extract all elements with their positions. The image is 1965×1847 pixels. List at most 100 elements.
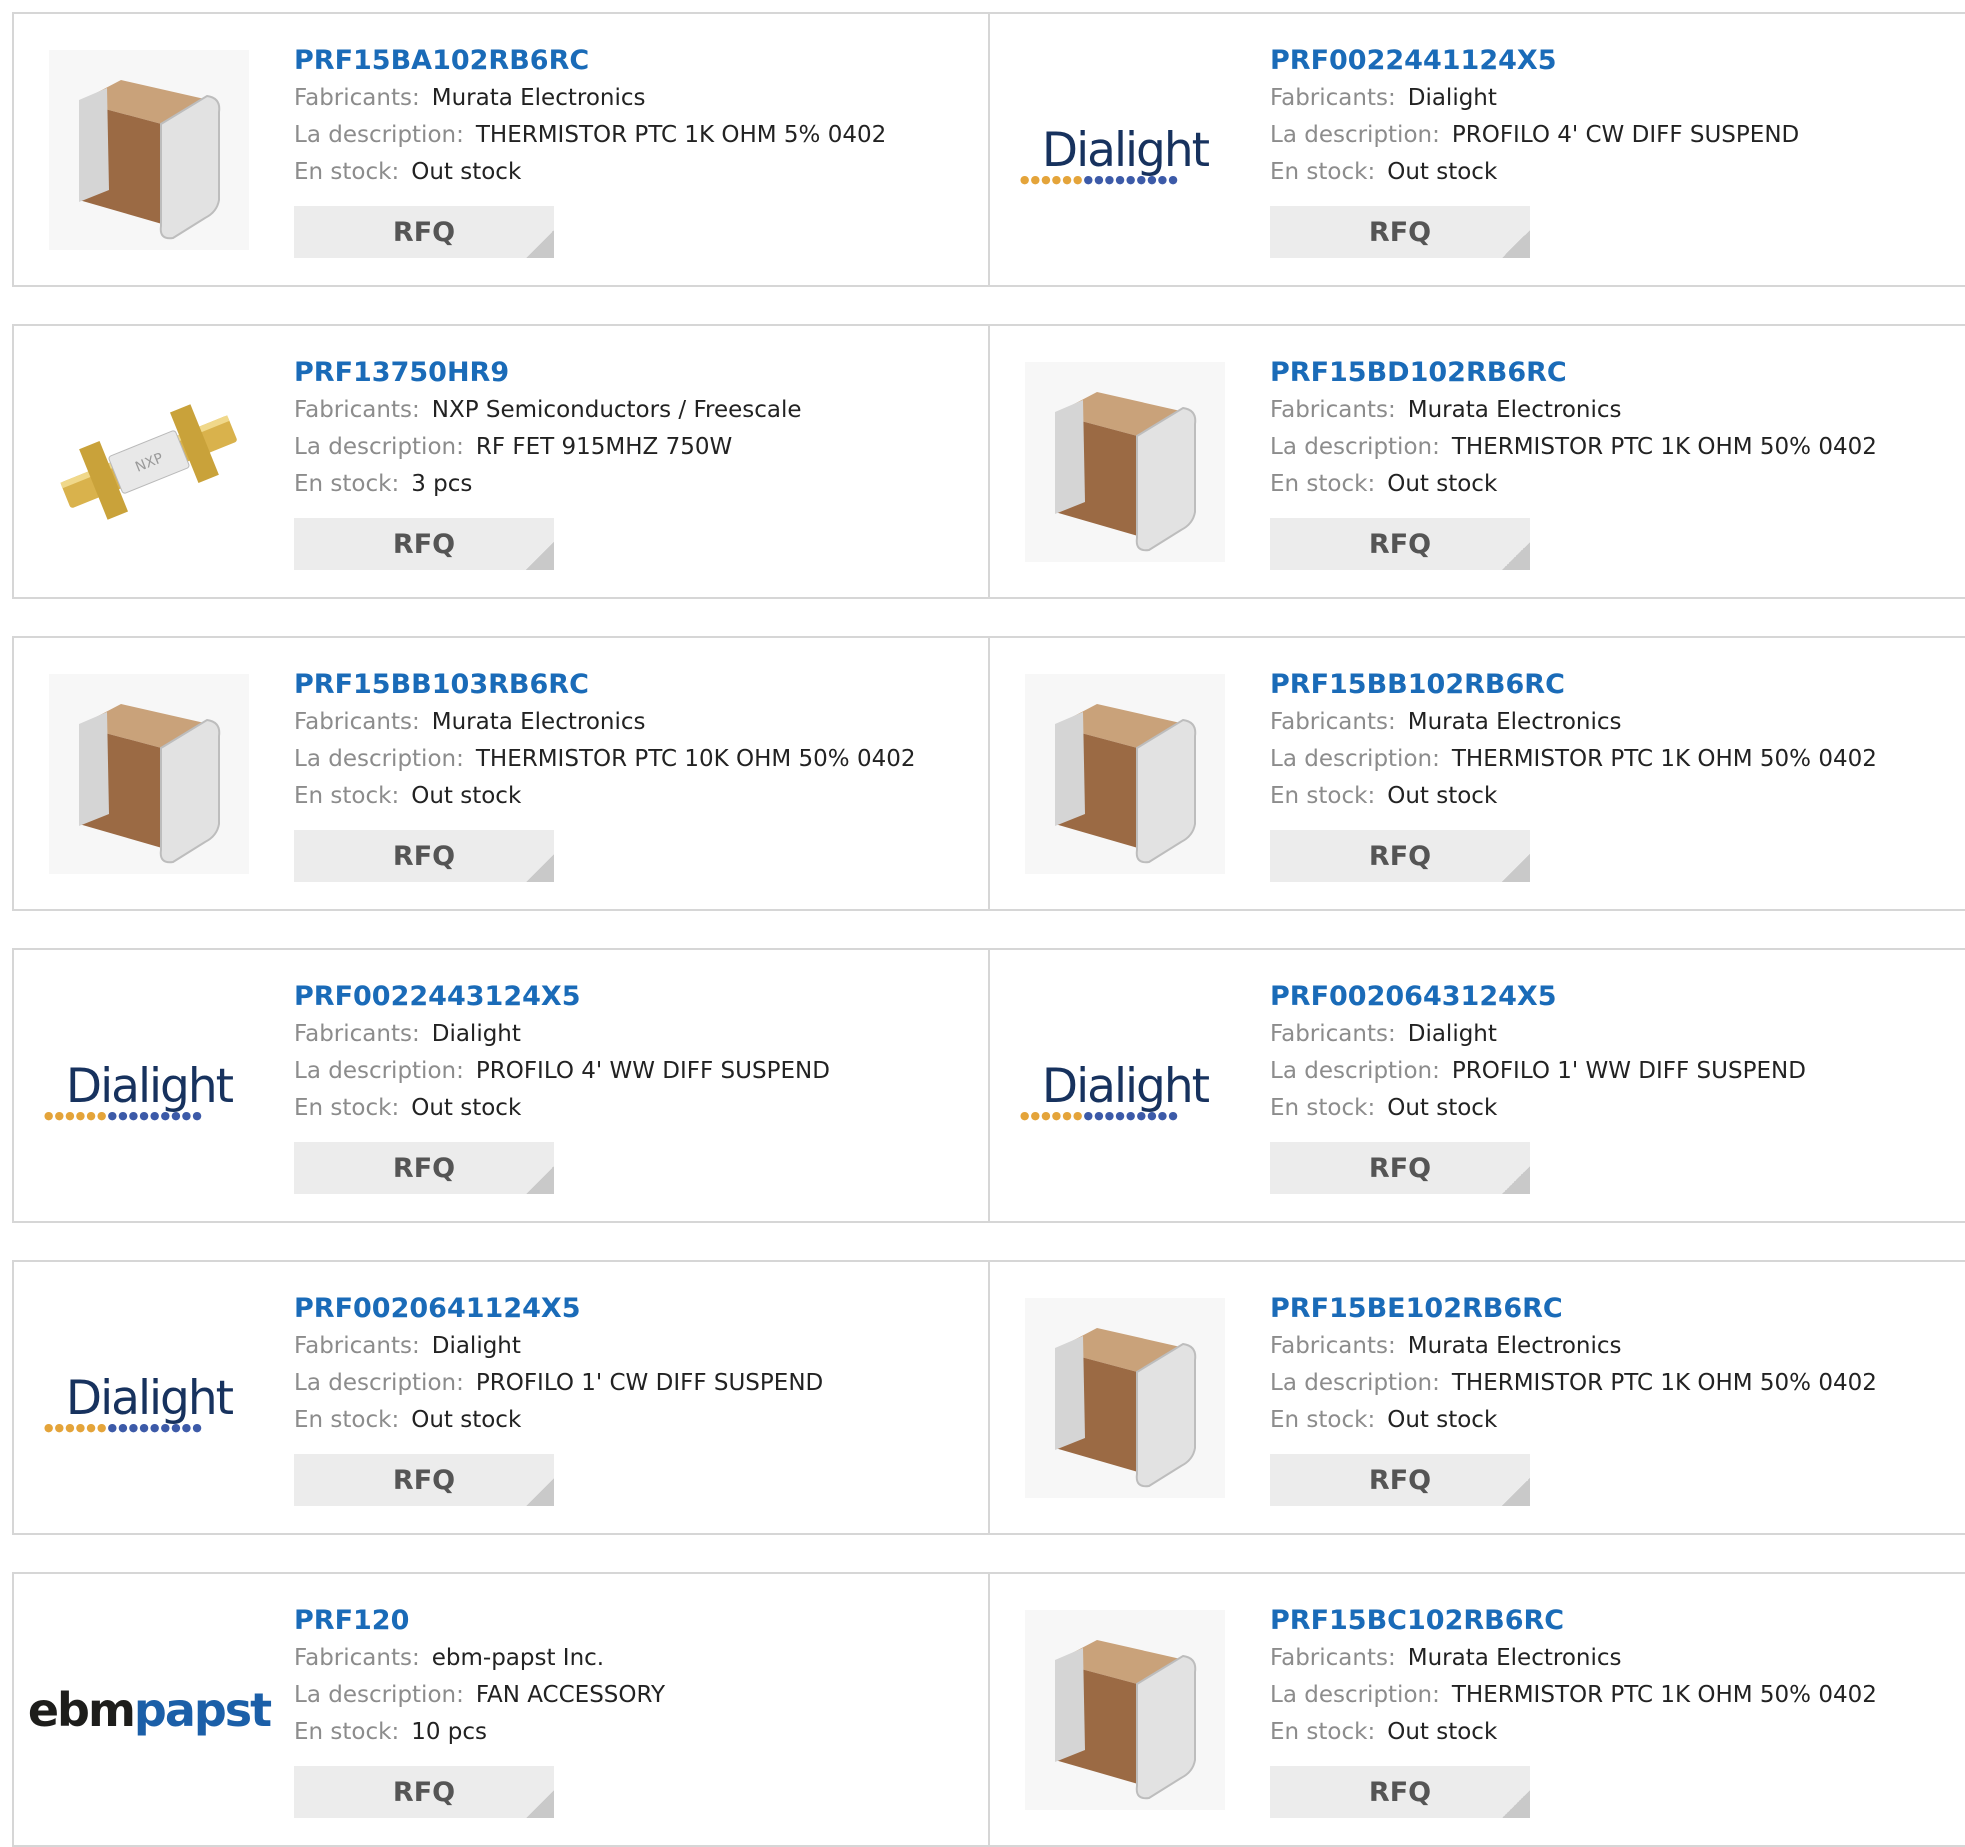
corner-fold-icon xyxy=(1502,854,1530,882)
product-card: PRF15BA102RB6RC Fabricants: Murata Electr… xyxy=(12,12,990,287)
part-number-link[interactable]: PRF15BD102RB6RC xyxy=(1270,354,1955,392)
product-card: Dialight ●●●●●●●●●●●●●●● PRF0022441124X5 … xyxy=(990,12,1965,287)
part-number-link[interactable]: PRF15BC102RB6RC xyxy=(1270,1602,1955,1640)
product-image[interactable]: Dialight ●●●●●●●●●●●●●●● xyxy=(44,1298,254,1498)
manufacturer-value: Murata Electronics xyxy=(1407,397,1622,423)
rfq-button[interactable]: RFQ xyxy=(1270,1766,1530,1818)
manufacturer-row: Fabricants: Murata Electronics xyxy=(1270,1640,1955,1677)
manufacturer-label: Fabricants: xyxy=(294,1645,420,1671)
product-image[interactable] xyxy=(1020,1610,1230,1810)
part-number-link[interactable]: PRF0020641124X5 xyxy=(294,1290,978,1328)
manufacturer-row: Fabricants: Murata Electronics xyxy=(1270,392,1955,429)
description-label: La description: xyxy=(294,434,464,460)
stock-value: Out stock xyxy=(411,783,522,809)
part-number-link[interactable]: PRF0022443124X5 xyxy=(294,978,978,1016)
manufacturer-row: Fabricants: Dialight xyxy=(1270,1016,1955,1053)
description-label: La description: xyxy=(294,1058,464,1084)
part-number-link[interactable]: PRF15BB102RB6RC xyxy=(1270,666,1955,704)
product-card: PRF15BD102RB6RC Fabricants: Murata Electr… xyxy=(990,324,1965,599)
product-image[interactable] xyxy=(44,50,254,250)
stock-row: En stock: 3 pcs xyxy=(294,466,978,503)
rfq-button[interactable]: RFQ xyxy=(1270,206,1530,258)
part-number-link[interactable]: PRF13750HR9 xyxy=(294,354,978,392)
stock-value: Out stock xyxy=(1387,783,1498,809)
dialight-logo: Dialight ●●●●●●●●●●●●●●● xyxy=(43,1370,234,1434)
description-label: La description: xyxy=(294,122,464,148)
rfq-button[interactable]: RFQ xyxy=(1270,518,1530,570)
manufacturer-value: ebm-papst Inc. xyxy=(431,1645,605,1671)
rfq-button[interactable]: RFQ xyxy=(294,1142,554,1194)
description-value: RF FET 915MHZ 750W xyxy=(475,434,733,460)
rfq-button[interactable]: RFQ xyxy=(294,1766,554,1818)
manufacturer-row: Fabricants: ebm-papst Inc. xyxy=(294,1640,978,1677)
rfq-label: RFQ xyxy=(1368,216,1432,248)
stock-label: En stock: xyxy=(1270,1095,1376,1121)
product-info: PRF15BA102RB6RC Fabricants: Murata Electr… xyxy=(294,42,978,258)
description-label: La description: xyxy=(1270,1370,1440,1396)
rfq-button[interactable]: RFQ xyxy=(294,518,554,570)
product-image[interactable]: ebmpapst xyxy=(28,1610,272,1810)
product-image[interactable] xyxy=(44,674,254,874)
rfq-button[interactable]: RFQ xyxy=(294,1454,554,1506)
chip-component-icon xyxy=(49,674,249,874)
rfq-label: RFQ xyxy=(1368,1152,1432,1184)
chip-component-icon xyxy=(1025,1298,1225,1498)
description-label: La description: xyxy=(1270,122,1440,148)
manufacturer-label: Fabricants: xyxy=(294,85,420,111)
stock-value: 3 pcs xyxy=(411,471,473,497)
manufacturer-label: Fabricants: xyxy=(294,1021,420,1047)
product-info: PRF0020641124X5 Fabricants: Dialight La d… xyxy=(294,1290,978,1506)
manufacturer-value: Murata Electronics xyxy=(1407,1645,1622,1671)
product-image[interactable] xyxy=(1020,362,1230,562)
rfq-button[interactable]: RFQ xyxy=(294,830,554,882)
part-number-link[interactable]: PRF120 xyxy=(294,1602,978,1640)
product-image[interactable]: NXP xyxy=(44,362,254,562)
corner-fold-icon xyxy=(526,230,554,258)
manufacturer-value: Dialight xyxy=(431,1021,521,1047)
part-number-link[interactable]: PRF15BA102RB6RC xyxy=(294,42,978,80)
stock-label: En stock: xyxy=(294,1407,400,1433)
manufacturer-label: Fabricants: xyxy=(1270,1645,1396,1671)
rfq-button[interactable]: RFQ xyxy=(1270,1142,1530,1194)
part-number-link[interactable]: PRF0020643124X5 xyxy=(1270,978,1955,1016)
product-card: Dialight ●●●●●●●●●●●●●●● PRF0020643124X5 … xyxy=(990,948,1965,1223)
part-number-link[interactable]: PRF15BB103RB6RC xyxy=(294,666,978,704)
stock-row: En stock: Out stock xyxy=(1270,154,1955,191)
description-row: La description: PROFILO 1' WW DIFF SUSPEN… xyxy=(1270,1053,1955,1090)
manufacturer-row: Fabricants: Murata Electronics xyxy=(294,80,978,117)
manufacturer-row: Fabricants: Murata Electronics xyxy=(294,704,978,741)
stock-value: Out stock xyxy=(411,1407,522,1433)
description-row: La description: THERMISTOR PTC 1K OHM 50%… xyxy=(1270,1677,1955,1714)
part-number-link[interactable]: PRF15BE102RB6RC xyxy=(1270,1290,1955,1328)
product-card: Dialight ●●●●●●●●●●●●●●● PRF0022443124X5 … xyxy=(12,948,990,1223)
product-card: PRF15BC102RB6RC Fabricants: Murata Electr… xyxy=(990,1572,1965,1847)
stock-row: En stock: Out stock xyxy=(1270,1714,1955,1751)
logo-dots-icon: ●●●●●●●●●●●●●●● xyxy=(43,1108,203,1122)
corner-fold-icon xyxy=(526,1478,554,1506)
product-info: PRF15BD102RB6RC Fabricants: Murata Electr… xyxy=(1270,354,1955,570)
manufacturer-label: Fabricants: xyxy=(1270,1021,1396,1047)
product-info: PRF120 Fabricants: ebm-papst Inc. La desc… xyxy=(294,1602,978,1818)
part-number-link[interactable]: PRF0022441124X5 xyxy=(1270,42,1955,80)
stock-row: En stock: 10 pcs xyxy=(294,1714,978,1751)
description-value: THERMISTOR PTC 1K OHM 50% 0402 xyxy=(1451,434,1877,460)
description-row: La description: THERMISTOR PTC 1K OHM 5% … xyxy=(294,117,978,154)
product-image[interactable]: Dialight ●●●●●●●●●●●●●●● xyxy=(1020,50,1230,250)
stock-label: En stock: xyxy=(1270,783,1376,809)
product-image[interactable]: Dialight ●●●●●●●●●●●●●●● xyxy=(44,986,254,1186)
product-image[interactable]: Dialight ●●●●●●●●●●●●●●● xyxy=(1020,986,1230,1186)
manufacturer-label: Fabricants: xyxy=(1270,397,1396,423)
stock-value: Out stock xyxy=(1387,471,1498,497)
logo-dots-icon: ●●●●●●●●●●●●●●● xyxy=(1019,1108,1179,1122)
corner-fold-icon xyxy=(1502,1166,1530,1194)
dialight-logo: Dialight ●●●●●●●●●●●●●●● xyxy=(1019,1058,1210,1122)
product-image[interactable] xyxy=(1020,1298,1230,1498)
rfq-button[interactable]: RFQ xyxy=(294,206,554,258)
product-info: PRF15BB103RB6RC Fabricants: Murata Electr… xyxy=(294,666,978,882)
rfq-button[interactable]: RFQ xyxy=(1270,1454,1530,1506)
rfq-button[interactable]: RFQ xyxy=(1270,830,1530,882)
rfq-label: RFQ xyxy=(392,1776,456,1808)
product-card: PRF15BB102RB6RC Fabricants: Murata Electr… xyxy=(990,636,1965,911)
product-image[interactable] xyxy=(1020,674,1230,874)
manufacturer-value: Murata Electronics xyxy=(1407,709,1622,735)
